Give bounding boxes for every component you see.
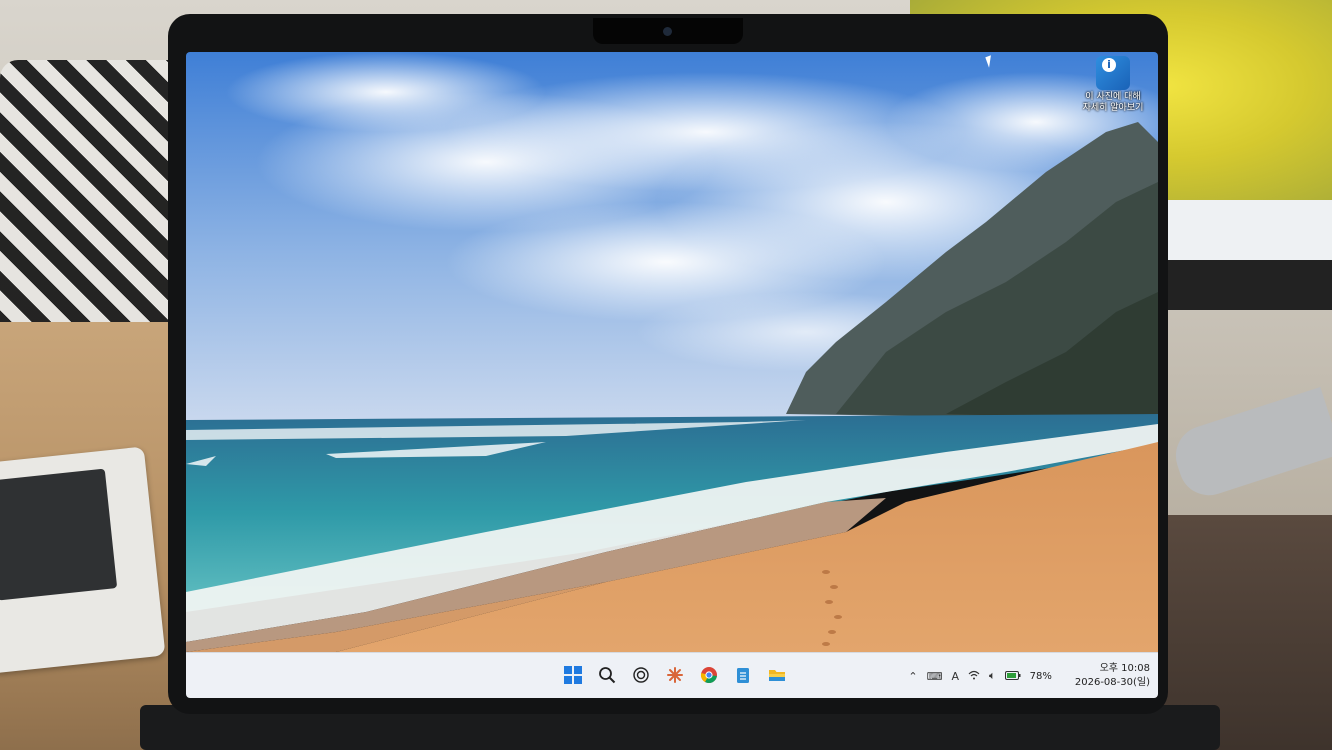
file-explorer-button[interactable] — [765, 663, 789, 687]
search-button[interactable] — [595, 663, 619, 687]
external-monitor-edge — [1160, 200, 1332, 260]
tablet-device — [0, 446, 166, 674]
learn-about-this-picture-icon[interactable]: 이 사진에 대해 자세히 알아보기 — [1081, 56, 1145, 114]
wifi-icon[interactable] — [968, 670, 980, 683]
chrome-icon — [700, 667, 717, 684]
chatgpt-button[interactable] — [629, 663, 653, 687]
folder-icon — [769, 670, 785, 681]
system-tray: ⌃ ⌨ A 🔈︎ 78% 오후 10:08 2026-08-30(일) — [908, 659, 1150, 693]
camera-icon — [663, 27, 672, 36]
clock-date: 2026-08-30(일) — [1074, 677, 1150, 688]
chrome-button[interactable] — [697, 663, 721, 687]
patterned-cushion — [0, 60, 185, 330]
battery-percent: 78% — [1029, 670, 1052, 682]
input-language-indicator[interactable]: A — [952, 670, 960, 683]
beach-wallpaper — [186, 52, 1158, 652]
clock[interactable]: 오후 10:08 2026-08-30(일) — [1075, 662, 1150, 690]
clock-time: 오후 10:08 — [1099, 663, 1150, 674]
taskbar-pinned-apps — [561, 663, 789, 689]
monitor-stand — [1160, 260, 1332, 310]
keyboard-icon[interactable]: ⌨ — [927, 670, 943, 683]
claude-button[interactable] — [663, 663, 687, 687]
taskbar: ⌃ ⌨ A 🔈︎ 78% 오후 10:08 2026-08-30(일) — [186, 652, 1158, 698]
windows-logo-icon — [564, 666, 582, 684]
desktop-icon-label: 이 사진에 대해 자세히 알아보기 — [1082, 92, 1144, 113]
picture-info-icon — [1096, 56, 1130, 90]
laptop-screen: 이 사진에 대해 자세히 알아보기 — [186, 52, 1158, 698]
show-hidden-icons-chevron-up-icon[interactable]: ⌃ — [908, 670, 917, 683]
notepad-button[interactable] — [731, 663, 755, 687]
start-button[interactable] — [561, 663, 585, 687]
search-icon — [599, 667, 616, 684]
camera-notch — [593, 18, 743, 44]
volume-icon[interactable]: 🔈︎ — [989, 669, 996, 683]
battery-icon[interactable] — [1004, 670, 1021, 683]
claude-icon — [667, 667, 683, 683]
notepad-icon — [737, 668, 749, 683]
chatgpt-icon — [633, 667, 649, 683]
